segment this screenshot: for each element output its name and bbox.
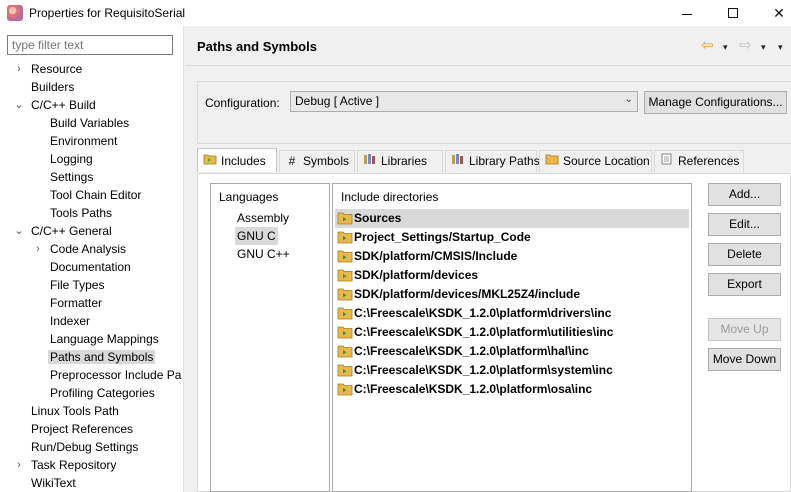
configuration-value: Debug [ Active ] — [295, 94, 380, 108]
include-folder-icon — [337, 250, 353, 263]
edit-button[interactable]: Edit... — [708, 213, 781, 236]
references-icon — [659, 151, 675, 172]
tree-item-run-debug-settings[interactable]: Run/Debug Settings — [31, 438, 138, 456]
language-item-assembly[interactable]: Assembly — [235, 209, 291, 227]
include-folder-icon — [337, 212, 353, 225]
tree-item-builders[interactable]: Builders — [31, 78, 74, 96]
languages-header: Languages — [219, 190, 279, 204]
tree-item-tool-chain-editor[interactable]: Tool Chain Editor — [50, 186, 141, 204]
expand-chevron-icon[interactable]: › — [32, 240, 44, 258]
tree-item-tools-paths[interactable]: Tools Paths — [50, 204, 112, 222]
tab-references[interactable]: References — [654, 150, 744, 172]
include-item[interactable]: SDK/platform/devices/MKL25Z4/include — [335, 285, 689, 304]
include-item[interactable]: C:\Freescale\KSDK_1.2.0\platform\utiliti… — [335, 323, 689, 342]
filter-input[interactable] — [7, 35, 173, 55]
tree-item-build-variables[interactable]: Build Variables — [50, 114, 129, 132]
include-folder-icon — [337, 269, 353, 282]
tree-item-indexer[interactable]: Indexer — [50, 312, 90, 330]
minimize-button[interactable] — [664, 0, 710, 26]
include-item[interactable]: C:\Freescale\KSDK_1.2.0\platform\drivers… — [335, 304, 689, 323]
include-folder-icon — [337, 345, 353, 358]
tree-item-preprocessor-include-paths[interactable]: Preprocessor Include Pa — [50, 366, 181, 384]
include-item[interactable]: Sources — [335, 209, 689, 228]
include-folder-icon — [337, 383, 353, 396]
forward-arrow-icon[interactable]: ⇨ — [739, 36, 752, 54]
tree-item-project-references[interactable]: Project References — [31, 420, 133, 438]
expand-chevron-icon[interactable]: › — [13, 60, 25, 78]
include-item[interactable]: C:\Freescale\KSDK_1.2.0\platform\system\… — [335, 361, 689, 380]
include-directories-header: Include directories — [341, 190, 439, 204]
library-path-icon — [450, 151, 466, 172]
include-folder-icon — [337, 307, 353, 320]
language-item-gnu-cpp[interactable]: GNU C++ — [235, 245, 292, 263]
tree-item-language-mappings[interactable]: Language Mappings — [50, 330, 159, 348]
library-icon — [362, 151, 378, 172]
page-title: Paths and Symbols — [197, 39, 317, 54]
languages-list: Languages Assembly GNU C GNU C++ — [210, 183, 330, 492]
move-down-button[interactable]: Move Down — [708, 348, 781, 371]
tab-libraries[interactable]: Libraries — [357, 150, 443, 172]
include-item[interactable]: C:\Freescale\KSDK_1.2.0\platform\osa\inc — [335, 380, 689, 399]
include-item[interactable]: Project_Settings/Startup_Code — [335, 228, 689, 247]
include-item[interactable]: SDK/platform/CMSIS/Include — [335, 247, 689, 266]
tree-item-formatter[interactable]: Formatter — [50, 294, 102, 312]
tab-symbols[interactable]: # Symbols — [279, 150, 355, 172]
window-title: Properties for RequisitoSerial — [29, 6, 186, 20]
export-button[interactable]: Export — [708, 273, 781, 296]
tree-item-environment[interactable]: Environment — [50, 132, 117, 150]
properties-page: Paths and Symbols ⇦ ▾ ⇨ ▾ ▾ Configuratio… — [186, 26, 791, 492]
collapse-chevron-icon[interactable]: ⌄ — [13, 222, 25, 240]
configuration-label: Configuration: — [205, 96, 280, 110]
chevron-down-icon: ⌄ — [624, 94, 633, 105]
include-item[interactable]: SDK/platform/devices — [335, 266, 689, 285]
include-folder-icon — [337, 288, 353, 301]
tab-source-location[interactable]: Source Location — [539, 150, 652, 172]
tree-item-documentation[interactable]: Documentation — [50, 258, 131, 276]
include-item[interactable]: C:\Freescale\KSDK_1.2.0\platform\hal\inc — [335, 342, 689, 361]
add-button[interactable]: Add... — [708, 183, 781, 206]
close-button[interactable]: ✕ — [756, 0, 791, 26]
close-icon: ✕ — [773, 4, 785, 21]
include-folder-icon — [202, 149, 218, 173]
property-tree: › Resource Builders ⌄ C/C++ Build Build Va… — [13, 60, 182, 492]
tab-library-paths[interactable]: Library Paths — [445, 150, 540, 172]
tree-item-file-types[interactable]: File Types — [50, 276, 104, 294]
delete-button[interactable]: Delete — [708, 243, 781, 266]
back-dropdown-icon[interactable]: ▾ — [723, 42, 728, 53]
title-bar: Properties for RequisitoSerial ✕ — [0, 0, 791, 26]
forward-dropdown-icon[interactable]: ▾ — [761, 42, 766, 53]
hash-icon: # — [288, 154, 296, 168]
page-header: Paths and Symbols ⇦ ▾ ⇨ ▾ ▾ — [186, 26, 791, 66]
maximize-icon — [728, 8, 738, 18]
manage-configurations-button[interactable]: Manage Configurations... — [644, 91, 787, 114]
language-item-gnu-c[interactable]: GNU C — [235, 227, 278, 245]
tree-item-profiling-categories[interactable]: Profiling Categories — [50, 384, 155, 402]
tree-item-wikitext[interactable]: WikiText — [31, 474, 76, 492]
tree-item-settings[interactable]: Settings — [50, 168, 93, 186]
include-directories-list: Include directories Sources Project_Sett… — [332, 183, 692, 492]
tree-item-logging[interactable]: Logging — [50, 150, 93, 168]
view-menu-icon[interactable]: ▾ — [778, 42, 783, 53]
include-folder-icon — [337, 231, 353, 244]
tree-item-paths-and-symbols[interactable]: Paths and Symbols — [48, 348, 156, 366]
app-icon — [7, 5, 23, 21]
include-folder-icon — [337, 364, 353, 377]
source-folder-icon — [544, 151, 560, 172]
minimize-icon — [682, 13, 692, 15]
maximize-button[interactable] — [710, 0, 756, 26]
include-folder-icon — [337, 326, 353, 339]
tree-item-linux-tools-path[interactable]: Linux Tools Path — [31, 402, 119, 420]
move-up-button[interactable]: Move Up — [708, 318, 781, 341]
expand-chevron-icon[interactable]: › — [13, 456, 25, 474]
collapse-chevron-icon[interactable]: ⌄ — [13, 96, 25, 114]
back-arrow-icon[interactable]: ⇦ — [701, 36, 714, 54]
tab-includes[interactable]: Includes — [197, 148, 277, 172]
configuration-select[interactable]: Debug [ Active ] ⌄ — [290, 91, 638, 112]
